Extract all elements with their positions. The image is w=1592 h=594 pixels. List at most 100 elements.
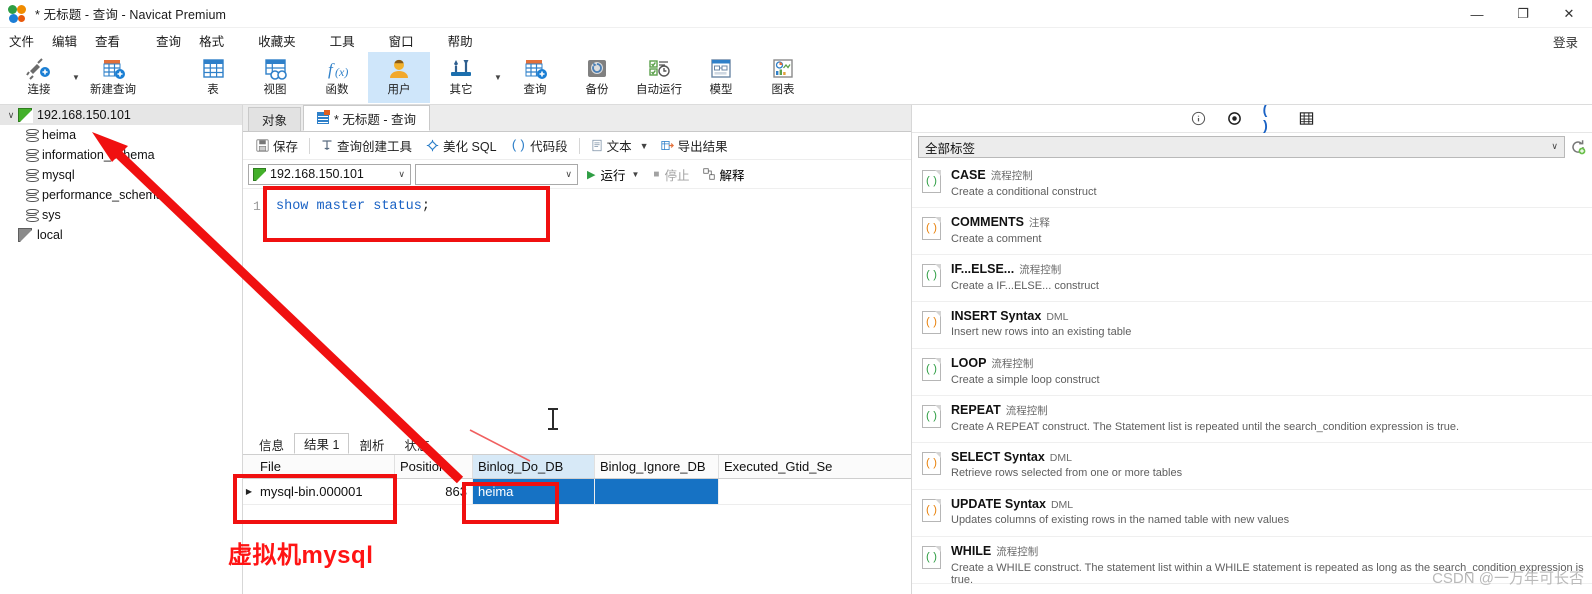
minimize-button[interactable]: — <box>1454 0 1500 28</box>
maximize-button[interactable]: ❐ <box>1500 0 1546 28</box>
connection-select[interactable]: 192.168.150.101 ∨ <box>248 163 411 185</box>
ribbon-view-button[interactable]: 视图 <box>244 52 306 103</box>
snippet-title: CASE 流程控制 <box>951 168 1033 182</box>
cell-binlog-do-db[interactable]: heima <box>473 479 595 504</box>
result-tab-info[interactable]: 信息 <box>249 435 294 454</box>
column-header-executed-gtid-set[interactable]: Executed_Gtid_Se <box>719 455 847 478</box>
ribbon-user-label: 用户 <box>387 84 411 96</box>
column-header-position[interactable]: Position <box>395 455 473 478</box>
export-result-button[interactable]: 导出结果 <box>654 135 735 157</box>
stop-button[interactable]: ■ 停止 <box>648 163 694 185</box>
query-tab-icon <box>317 110 331 124</box>
list-item[interactable]: () UPDATE Syntax DML Updates columns of e… <box>912 490 1592 537</box>
list-item[interactable]: () INSERT Syntax DML Insert new rows into… <box>912 302 1592 349</box>
tab-objects[interactable]: 对象 <box>248 107 302 131</box>
tab-untitled-query[interactable]: * 无标题 - 查询 <box>303 105 430 131</box>
ribbon-model-button[interactable]: 模型 <box>690 52 752 103</box>
chevron-down-icon[interactable]: ∨ <box>1551 141 1558 152</box>
target-icon[interactable] <box>1225 110 1243 128</box>
menu-item-window[interactable]: 窗口 <box>380 29 423 52</box>
ribbon-automation-button[interactable]: 自动运行 <box>628 52 690 103</box>
other-icon <box>448 55 474 83</box>
column-header-binlog-ignore-db[interactable]: Binlog_Ignore_DB <box>595 455 719 478</box>
parentheses-icon[interactable]: ( ) <box>1261 105 1279 135</box>
menu-item-file[interactable]: 文件 <box>0 29 43 52</box>
ribbon-chart-label: 图表 <box>771 84 795 96</box>
save-button[interactable]: 保存 <box>249 135 305 157</box>
beautify-sql-button[interactable]: 美化 SQL <box>419 135 504 157</box>
snippet-button[interactable]: () 代码段 <box>504 135 575 157</box>
cell-position[interactable]: 863 <box>395 479 473 504</box>
tree-item-server[interactable]: ∨ 192.168.150.101 <box>0 105 242 125</box>
menu-item-view[interactable]: 查看 <box>86 29 129 52</box>
cell-file[interactable]: mysql-bin.000001 <box>255 479 395 504</box>
tree-item-local[interactable]: local <box>0 225 242 245</box>
list-item[interactable]: () CASE 流程控制 Create a conditional constru… <box>912 161 1592 208</box>
text-dropdown-caret-icon[interactable]: ▼ <box>640 141 649 151</box>
menu-item-help[interactable]: 帮助 <box>439 29 482 52</box>
snippet-title: WHILE 流程控制 <box>951 544 1039 558</box>
ribbon-new-query-button[interactable]: 新建查询 <box>82 52 144 103</box>
sql-editor-area[interactable]: 1 show master status; <box>243 188 911 432</box>
refresh-icon[interactable] <box>1570 139 1586 155</box>
list-item[interactable]: () LOOP 流程控制 Create a simple loop constru… <box>912 349 1592 396</box>
other-dropdown-caret-icon[interactable]: ▼ <box>492 52 504 103</box>
tree-item-information-schema[interactable]: information_schema <box>0 145 242 165</box>
ribbon-table-button[interactable]: 表 <box>182 52 244 103</box>
ribbon-query-button[interactable]: 查询 <box>504 52 566 103</box>
tree-item-sys[interactable]: sys <box>0 205 242 225</box>
list-item[interactable]: () IF...ELSE... 流程控制 Create a IF...ELSE..… <box>912 255 1592 302</box>
menu-item-edit[interactable]: 编辑 <box>43 29 86 52</box>
run-button[interactable]: ▶ 运行 ▼ <box>582 163 644 185</box>
snippet-label: 代码段 <box>530 140 568 154</box>
ribbon-other-button[interactable]: 其它 <box>430 52 492 103</box>
ribbon-backup-button[interactable]: 备份 <box>566 52 628 103</box>
query-editor-pane: 对象 * 无标题 - 查询 保存 查询创建工具 美化 SQL () 代码段 文本… <box>243 105 911 594</box>
tree-item-performance-schema[interactable]: performance_schema <box>0 185 242 205</box>
snippet-file-icon: () <box>922 452 941 475</box>
tree-item-heima[interactable]: heima <box>0 125 242 145</box>
expand-chevron-icon[interactable]: ∨ <box>4 110 18 121</box>
ribbon-function-button[interactable]: f (x) 函数 <box>306 52 368 103</box>
table-row[interactable]: ▶ mysql-bin.000001 863 heima <box>243 479 911 505</box>
ribbon-connect-button[interactable]: 连接 <box>8 52 70 103</box>
ribbon-chart-button[interactable]: 图表 <box>752 52 814 103</box>
menu-item-favorites[interactable]: 收藏夹 <box>249 29 305 52</box>
info-icon[interactable] <box>1189 110 1207 128</box>
tree-item-mysql[interactable]: mysql <box>0 165 242 185</box>
close-button[interactable]: ✕ <box>1546 0 1592 28</box>
connect-dropdown-caret-icon[interactable]: ▼ <box>70 52 82 103</box>
sql-terminator: ; <box>421 199 430 214</box>
text-button[interactable]: 文本 <box>584 135 639 157</box>
result-tab-profile[interactable]: 剖析 <box>349 435 394 454</box>
ribbon-user-button[interactable]: 用户 <box>368 52 430 103</box>
chevron-down-icon[interactable]: ∨ <box>398 169 405 180</box>
result-tab-result1[interactable]: 结果 1 <box>294 433 350 454</box>
user-icon <box>386 55 412 83</box>
database-icon <box>26 188 39 202</box>
snippet-file-icon: () <box>922 264 941 287</box>
list-item[interactable]: () COMMENTS 注释 Create a comment <box>912 208 1592 255</box>
result-tab-status[interactable]: 状态 <box>394 435 439 454</box>
chevron-down-icon[interactable]: ∨ <box>565 169 572 180</box>
cell-binlog-ignore-db[interactable] <box>595 479 719 504</box>
explain-button[interactable]: 解释 <box>698 163 749 185</box>
column-header-binlog-do-db[interactable]: Binlog_Do_DB <box>473 455 595 478</box>
grid-icon[interactable] <box>1297 110 1315 128</box>
menu-item-format[interactable]: 格式 <box>190 29 233 52</box>
result-grid-header: File Position Binlog_Do_DB Binlog_Ignore… <box>243 455 911 479</box>
ribbon-function-label: 函数 <box>325 84 349 96</box>
list-item[interactable]: () SELECT Syntax DML Retrieve rows select… <box>912 443 1592 490</box>
stop-label: 停止 <box>664 168 690 183</box>
watermark: CSDN @一万年可长否 <box>1432 570 1584 587</box>
login-link[interactable]: 登录 <box>1553 32 1578 51</box>
cell-executed-gtid-set[interactable] <box>719 479 847 504</box>
run-dropdown-caret-icon[interactable]: ▼ <box>631 170 639 179</box>
menu-item-query[interactable]: 查询 <box>147 29 190 52</box>
menu-item-tools[interactable]: 工具 <box>321 29 364 52</box>
query-builder-button[interactable]: 查询创建工具 <box>314 135 419 157</box>
list-item[interactable]: () REPEAT 流程控制 Create A REPEAT construct.… <box>912 396 1592 443</box>
column-header-file[interactable]: File <box>255 455 395 478</box>
tag-filter-select[interactable]: 全部标签 ∨ <box>918 136 1565 158</box>
database-select[interactable]: ∨ <box>415 163 578 185</box>
